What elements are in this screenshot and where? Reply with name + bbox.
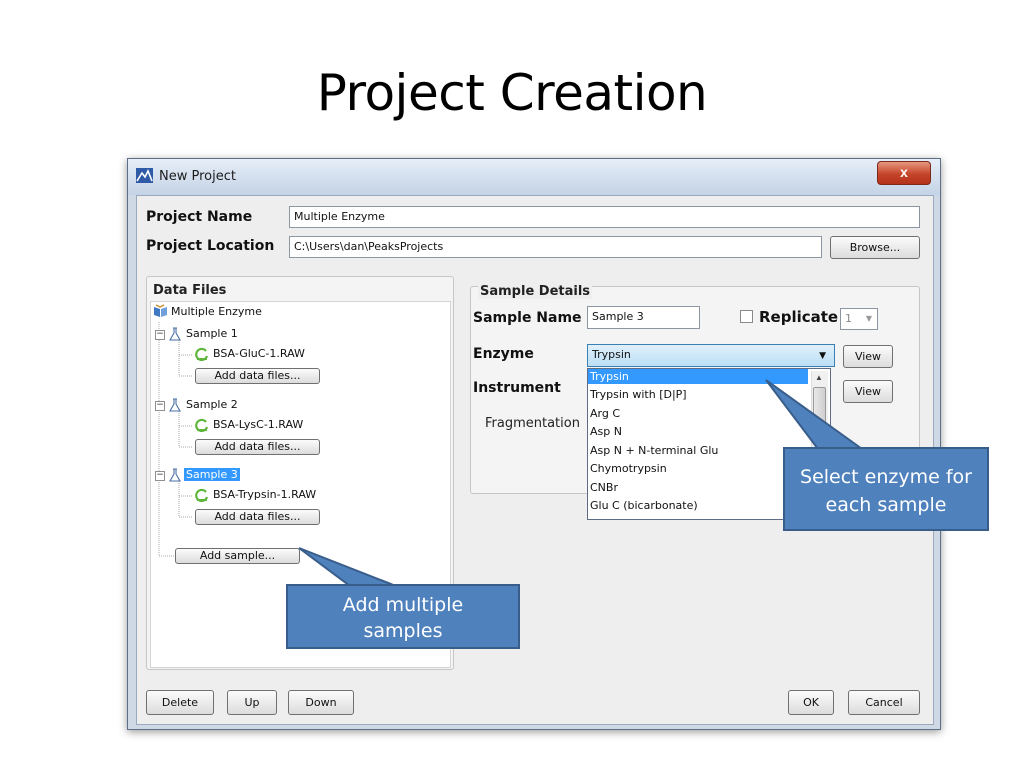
callout-pointers	[298, 379, 866, 587]
enzyme-callout: Select enzyme for each sample	[783, 447, 989, 531]
samples-callout: Add multiple samples	[286, 584, 520, 649]
